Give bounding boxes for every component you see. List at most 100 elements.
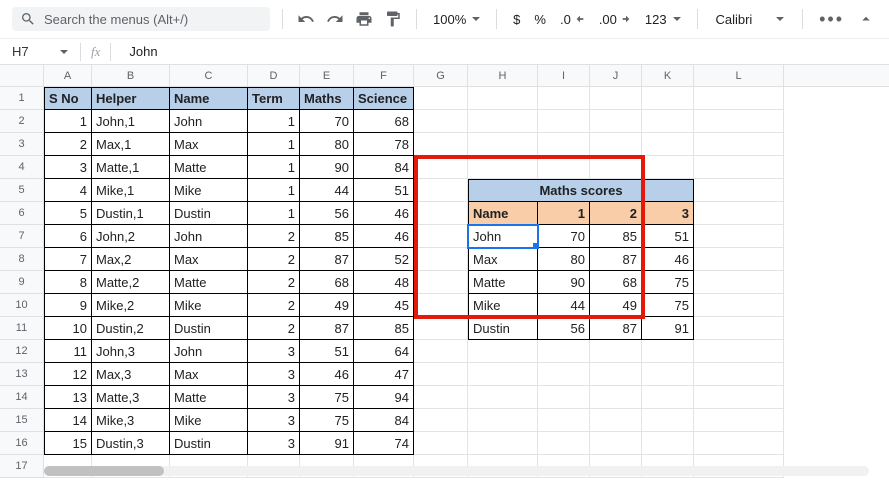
cell[interactable]: Science bbox=[354, 87, 414, 110]
cell[interactable]: Dustin bbox=[170, 202, 248, 225]
cell[interactable]: John,3 bbox=[92, 340, 170, 363]
row-header[interactable]: 11 bbox=[0, 317, 43, 340]
cell[interactable] bbox=[590, 87, 642, 110]
cell[interactable]: 75 bbox=[642, 294, 694, 317]
cell[interactable] bbox=[590, 340, 642, 363]
currency-button[interactable]: $ bbox=[509, 12, 524, 27]
cell[interactable]: 1 bbox=[248, 156, 300, 179]
cell[interactable]: 47 bbox=[354, 363, 414, 386]
search-menu[interactable]: Search the menus (Alt+/) bbox=[12, 7, 270, 31]
cell[interactable]: Max bbox=[170, 248, 248, 271]
cell[interactable]: Max bbox=[170, 363, 248, 386]
cell[interactable]: 75 bbox=[300, 409, 354, 432]
cell[interactable]: Matte,3 bbox=[92, 386, 170, 409]
cell[interactable]: 15 bbox=[44, 432, 92, 455]
cell[interactable] bbox=[694, 271, 784, 294]
cell[interactable]: Dustin,3 bbox=[92, 432, 170, 455]
cell[interactable] bbox=[468, 386, 538, 409]
cell[interactable] bbox=[642, 110, 694, 133]
cell[interactable] bbox=[642, 363, 694, 386]
col-header[interactable]: C bbox=[170, 65, 248, 86]
cell[interactable]: 49 bbox=[300, 294, 354, 317]
cell[interactable]: 3 bbox=[248, 409, 300, 432]
cell[interactable] bbox=[590, 386, 642, 409]
cell[interactable] bbox=[694, 202, 784, 225]
formula-input[interactable]: John bbox=[111, 44, 157, 59]
cell[interactable]: 1 bbox=[248, 202, 300, 225]
col-header[interactable]: B bbox=[92, 65, 170, 86]
cell[interactable]: 75 bbox=[300, 386, 354, 409]
cell[interactable] bbox=[414, 248, 468, 271]
cell[interactable] bbox=[538, 363, 590, 386]
increase-decimal-button[interactable]: .00 bbox=[595, 12, 635, 27]
cell[interactable] bbox=[642, 133, 694, 156]
cell[interactable] bbox=[642, 432, 694, 455]
cell[interactable] bbox=[694, 179, 784, 202]
row-header[interactable]: 9 bbox=[0, 271, 43, 294]
cell[interactable] bbox=[414, 409, 468, 432]
row-header[interactable]: 1 bbox=[0, 87, 43, 110]
cell[interactable]: 80 bbox=[538, 248, 590, 271]
decrease-decimal-button[interactable]: .0 bbox=[556, 12, 589, 27]
cell[interactable]: 48 bbox=[354, 271, 414, 294]
cell[interactable] bbox=[414, 432, 468, 455]
cell[interactable]: John bbox=[170, 340, 248, 363]
cell[interactable]: 2 bbox=[248, 294, 300, 317]
cell[interactable]: Max,3 bbox=[92, 363, 170, 386]
cell[interactable]: 44 bbox=[538, 294, 590, 317]
cell[interactable]: Helper bbox=[92, 87, 170, 110]
cell[interactable] bbox=[414, 386, 468, 409]
cell[interactable]: 5 bbox=[44, 202, 92, 225]
cell[interactable] bbox=[468, 340, 538, 363]
cell[interactable] bbox=[538, 386, 590, 409]
cell[interactable]: 64 bbox=[354, 340, 414, 363]
cell[interactable] bbox=[538, 156, 590, 179]
cell[interactable]: 87 bbox=[300, 317, 354, 340]
cell[interactable] bbox=[414, 156, 468, 179]
cell[interactable] bbox=[694, 363, 784, 386]
zoom-dropdown[interactable]: 100% bbox=[429, 12, 484, 27]
cell[interactable] bbox=[642, 386, 694, 409]
cell[interactable]: 87 bbox=[590, 248, 642, 271]
cell[interactable] bbox=[414, 340, 468, 363]
row-header[interactable]: 4 bbox=[0, 156, 43, 179]
cell[interactable] bbox=[414, 87, 468, 110]
cell[interactable]: 11 bbox=[44, 340, 92, 363]
cell[interactable]: 87 bbox=[590, 317, 642, 340]
cell[interactable] bbox=[414, 110, 468, 133]
row-header[interactable]: 13 bbox=[0, 363, 43, 386]
row-header[interactable]: 10 bbox=[0, 294, 43, 317]
cell[interactable]: 3 bbox=[44, 156, 92, 179]
cell[interactable]: Matte bbox=[170, 271, 248, 294]
cell[interactable]: 56 bbox=[300, 202, 354, 225]
cell[interactable] bbox=[590, 156, 642, 179]
row-header[interactable]: 12 bbox=[0, 340, 43, 363]
cell[interactable]: 12 bbox=[44, 363, 92, 386]
cell[interactable]: 74 bbox=[354, 432, 414, 455]
cell[interactable] bbox=[694, 225, 784, 248]
cell[interactable]: Dustin,2 bbox=[92, 317, 170, 340]
cell[interactable]: 49 bbox=[590, 294, 642, 317]
cell[interactable] bbox=[642, 340, 694, 363]
cell[interactable] bbox=[414, 294, 468, 317]
cell[interactable]: 68 bbox=[590, 271, 642, 294]
cell[interactable] bbox=[642, 87, 694, 110]
cell[interactable] bbox=[468, 110, 538, 133]
cell[interactable]: 2 bbox=[248, 271, 300, 294]
cell[interactable]: Mike,1 bbox=[92, 179, 170, 202]
more-toolbar-button[interactable]: ••• bbox=[815, 9, 848, 30]
format-123-dropdown[interactable]: 123 bbox=[641, 12, 685, 27]
cell[interactable]: 80 bbox=[300, 133, 354, 156]
cell[interactable]: Matte,1 bbox=[92, 156, 170, 179]
cell[interactable]: 68 bbox=[354, 110, 414, 133]
collapse-toolbar-button[interactable] bbox=[854, 6, 877, 32]
cell[interactable]: Dustin bbox=[468, 317, 538, 340]
cell[interactable]: 94 bbox=[354, 386, 414, 409]
cell[interactable]: 51 bbox=[642, 225, 694, 248]
col-header[interactable]: F bbox=[354, 65, 414, 86]
cell[interactable] bbox=[694, 110, 784, 133]
cell[interactable]: 3 bbox=[248, 363, 300, 386]
col-header[interactable]: E bbox=[300, 65, 354, 86]
cell[interactable]: 90 bbox=[300, 156, 354, 179]
cell[interactable] bbox=[642, 409, 694, 432]
